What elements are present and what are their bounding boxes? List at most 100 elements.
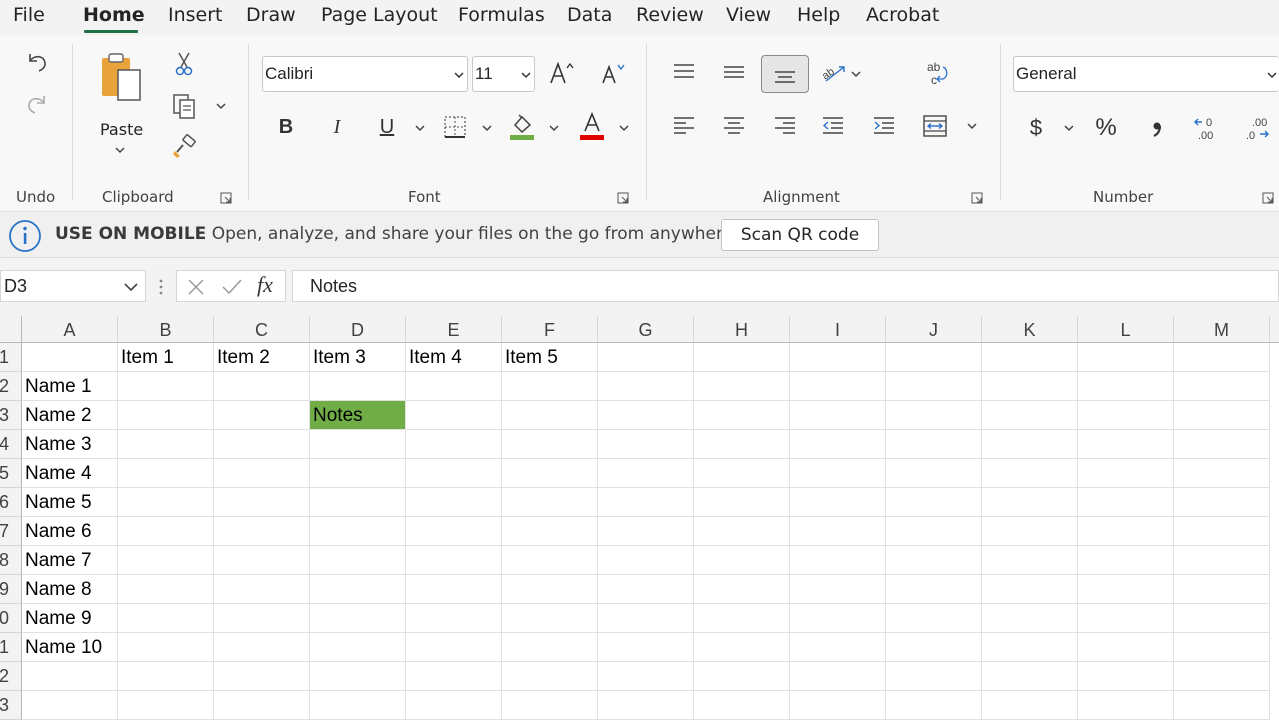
number-format-select[interactable]: General (1013, 56, 1279, 92)
cell-g6[interactable] (598, 488, 694, 517)
cell-f2[interactable] (502, 372, 598, 401)
cell-b3[interactable] (118, 401, 214, 430)
cell-h1[interactable] (694, 343, 790, 372)
cell-c6[interactable] (214, 488, 310, 517)
number-dialog-launcher-icon[interactable] (1262, 192, 1274, 204)
cell-l2[interactable] (1078, 372, 1174, 401)
cell-d1[interactable]: Item 3 (310, 343, 406, 372)
cell-a5[interactable]: Name 4 (22, 459, 118, 488)
cell-b8[interactable] (118, 546, 214, 575)
cell-b7[interactable] (118, 517, 214, 546)
cell-m7[interactable] (1174, 517, 1270, 546)
cell-j12[interactable] (886, 662, 982, 691)
cell-k11[interactable] (982, 633, 1078, 662)
cell-f6[interactable] (502, 488, 598, 517)
cell-d7[interactable] (310, 517, 406, 546)
tab-help[interactable]: Help (797, 4, 840, 26)
cell-e4[interactable] (406, 430, 502, 459)
tab-review[interactable]: Review (636, 4, 704, 26)
cell-f4[interactable] (502, 430, 598, 459)
cell-j4[interactable] (886, 430, 982, 459)
cell-h5[interactable] (694, 459, 790, 488)
bold-button[interactable]: B (272, 112, 300, 142)
cell-b12[interactable] (118, 662, 214, 691)
cell-a12[interactable] (22, 662, 118, 691)
tab-draw[interactable]: Draw (246, 4, 296, 26)
cell-j7[interactable] (886, 517, 982, 546)
column-header-f[interactable]: F (502, 316, 598, 343)
tab-home[interactable]: Home (83, 4, 145, 26)
cell-h2[interactable] (694, 372, 790, 401)
cell-f7[interactable] (502, 517, 598, 546)
cell-a11[interactable]: Name 10 (22, 633, 118, 662)
cell-g9[interactable] (598, 575, 694, 604)
cell-e5[interactable] (406, 459, 502, 488)
cell-h7[interactable] (694, 517, 790, 546)
cell-g13[interactable] (598, 691, 694, 720)
cell-f9[interactable] (502, 575, 598, 604)
column-header-h[interactable]: H (694, 316, 790, 343)
cell-l3[interactable] (1078, 401, 1174, 430)
cell-m12[interactable] (1174, 662, 1270, 691)
cell-m8[interactable] (1174, 546, 1270, 575)
cell-f12[interactable] (502, 662, 598, 691)
font-family-select[interactable]: Calibri (262, 56, 468, 92)
cell-k13[interactable] (982, 691, 1078, 720)
cell-j2[interactable] (886, 372, 982, 401)
row-header[interactable]: 2 (0, 372, 22, 401)
cell-a8[interactable]: Name 7 (22, 546, 118, 575)
cell-e2[interactable] (406, 372, 502, 401)
wrap-text-button[interactable]: ab c (920, 56, 952, 90)
cut-button[interactable] (170, 50, 198, 78)
cell-l10[interactable] (1078, 604, 1174, 633)
borders-button[interactable] (440, 112, 470, 142)
increase-font-size-button[interactable] (545, 58, 577, 88)
cell-l13[interactable] (1078, 691, 1174, 720)
cell-a4[interactable]: Name 3 (22, 430, 118, 459)
cell-k2[interactable] (982, 372, 1078, 401)
cell-h12[interactable] (694, 662, 790, 691)
cell-k3[interactable] (982, 401, 1078, 430)
cell-f1[interactable]: Item 5 (502, 343, 598, 372)
orientation-button[interactable]: ab (818, 56, 850, 88)
cell-j11[interactable] (886, 633, 982, 662)
tab-page-layout[interactable]: Page Layout (321, 4, 438, 26)
cell-e9[interactable] (406, 575, 502, 604)
cell-f10[interactable] (502, 604, 598, 633)
fill-color-button[interactable] (507, 110, 537, 142)
underline-button[interactable]: U (373, 112, 401, 142)
font-size-select[interactable]: 11 (472, 56, 535, 92)
cell-g2[interactable] (598, 372, 694, 401)
cell-f11[interactable] (502, 633, 598, 662)
cell-g12[interactable] (598, 662, 694, 691)
cell-h6[interactable] (694, 488, 790, 517)
fill-color-dropdown-chevron-down-icon[interactable] (548, 124, 560, 132)
middle-align-button[interactable] (718, 56, 750, 88)
cell-h13[interactable] (694, 691, 790, 720)
cell-j6[interactable] (886, 488, 982, 517)
comma-style-button[interactable] (1143, 112, 1171, 144)
cell-m5[interactable] (1174, 459, 1270, 488)
cell-f5[interactable] (502, 459, 598, 488)
cell-h8[interactable] (694, 546, 790, 575)
font-dialog-launcher-icon[interactable] (617, 192, 629, 204)
cell-m4[interactable] (1174, 430, 1270, 459)
top-align-button[interactable] (668, 56, 700, 88)
cell-j13[interactable] (886, 691, 982, 720)
cell-i12[interactable] (790, 662, 886, 691)
cell-m6[interactable] (1174, 488, 1270, 517)
cell-c8[interactable] (214, 546, 310, 575)
row-header[interactable]: 6 (0, 488, 22, 517)
align-left-button[interactable] (668, 110, 700, 142)
merge-dropdown-chevron-down-icon[interactable] (966, 122, 978, 130)
row-header[interactable]: 7 (0, 517, 22, 546)
cell-j3[interactable] (886, 401, 982, 430)
more-options-icon[interactable] (157, 278, 165, 296)
cell-b11[interactable] (118, 633, 214, 662)
cell-c10[interactable] (214, 604, 310, 633)
clipboard-dialog-launcher-icon[interactable] (220, 192, 232, 204)
cell-h11[interactable] (694, 633, 790, 662)
paste-label[interactable]: Paste (100, 120, 143, 139)
column-header-g[interactable]: G (598, 316, 694, 343)
redo-button[interactable] (20, 88, 54, 120)
